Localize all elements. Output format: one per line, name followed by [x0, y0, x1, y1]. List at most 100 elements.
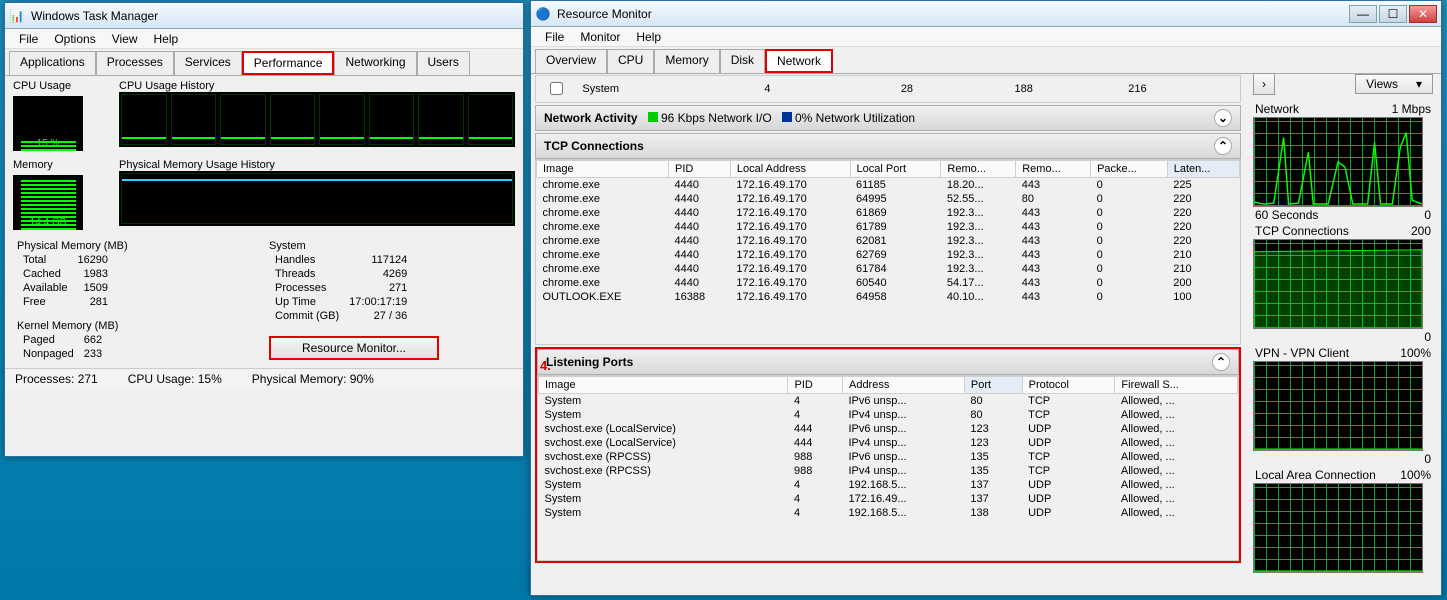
chevron-up-icon[interactable]: ⌃ — [1212, 353, 1230, 371]
mini-chart — [1253, 239, 1423, 329]
cell: 135 — [964, 464, 1022, 478]
col-header[interactable]: Laten... — [1167, 161, 1239, 178]
collapse-charts-button[interactable]: › — [1253, 73, 1275, 95]
system-header: System — [269, 240, 511, 252]
col-header[interactable]: Port — [964, 377, 1022, 394]
cell: UDP — [1022, 422, 1115, 436]
menu-file[interactable]: File — [539, 30, 570, 44]
tcp-connections-bar[interactable]: TCP Connections ⌃ — [535, 133, 1241, 159]
tab-networking[interactable]: Networking — [334, 51, 416, 75]
taskmgr-title: Windows Task Manager — [31, 9, 519, 23]
cell: TCP — [1022, 394, 1115, 409]
menu-view[interactable]: View — [106, 32, 144, 46]
menu-monitor[interactable]: Monitor — [574, 30, 626, 44]
menu-help[interactable]: Help — [148, 32, 185, 46]
table-row[interactable]: svchost.exe (LocalService)444IPv6 unsp..… — [539, 422, 1238, 436]
cell: UDP — [1022, 478, 1115, 492]
menu-options[interactable]: Options — [48, 32, 101, 46]
table-row[interactable]: System4192.168.5...137UDPAllowed, ... — [539, 478, 1238, 492]
chevron-up-icon[interactable]: ⌃ — [1214, 137, 1232, 155]
tab-memory[interactable]: Memory — [654, 49, 719, 73]
menu-file[interactable]: File — [13, 32, 44, 46]
cell: svchost.exe (RPCSS) — [539, 464, 788, 478]
cell: 4 — [788, 408, 843, 422]
table-row[interactable]: svchost.exe (LocalService)444IPv4 unsp..… — [539, 436, 1238, 450]
col-header[interactable]: Local Port — [850, 161, 941, 178]
resource-monitor-button[interactable]: Resource Monitor... — [269, 336, 439, 360]
table-row[interactable]: chrome.exe4440172.16.49.17061789192.3...… — [537, 220, 1240, 234]
table-row[interactable]: chrome.exe4440172.16.49.17062081192.3...… — [537, 234, 1240, 248]
listening-ports-bar[interactable]: Listening Ports ⌃ — [537, 349, 1239, 375]
table-row[interactable]: System4IPv4 unsp...80TCPAllowed, ... — [539, 408, 1238, 422]
cell: 64995 — [850, 192, 941, 206]
table-row[interactable]: System4192.168.5...138UDPAllowed, ... — [539, 506, 1238, 520]
cell: 192.3... — [941, 220, 1016, 234]
col-header[interactable]: PID — [788, 377, 843, 394]
table-row[interactable]: chrome.exe4440172.16.49.17062769192.3...… — [537, 248, 1240, 262]
table-row[interactable]: svchost.exe (RPCSS)988IPv4 unsp...135TCP… — [539, 464, 1238, 478]
cell: 220 — [1167, 206, 1239, 220]
titlebar-resmon[interactable]: 🔵 Resource Monitor — ☐ ✕ — [531, 1, 1441, 27]
col-header[interactable]: Local Address — [730, 161, 850, 178]
menu-help[interactable]: Help — [630, 30, 667, 44]
col-header[interactable]: Image — [537, 161, 669, 178]
proc-c3: 28 — [895, 78, 1009, 99]
col-header[interactable]: Packe... — [1091, 161, 1168, 178]
views-button[interactable]: Views▾ — [1355, 74, 1433, 94]
proc-image: System — [576, 78, 758, 99]
tab-services[interactable]: Services — [174, 51, 242, 75]
tab-cpu[interactable]: CPU — [607, 49, 654, 73]
proc-checkbox[interactable] — [550, 82, 563, 95]
net-util-color-icon — [782, 112, 792, 122]
table-row[interactable]: chrome.exe4440172.16.49.1706499552.55...… — [537, 192, 1240, 206]
table-row[interactable]: System4172.16.49...137UDPAllowed, ... — [539, 492, 1238, 506]
listening-ports-title: Listening Ports — [546, 355, 633, 369]
cell: TCP — [1022, 450, 1115, 464]
cell: 4440 — [669, 206, 731, 220]
titlebar-taskmgr[interactable]: 📊 Windows Task Manager — [5, 3, 523, 29]
net-io-color-icon — [648, 112, 658, 122]
table-row[interactable]: chrome.exe4440172.16.49.1706118518.20...… — [537, 178, 1240, 193]
tab-disk[interactable]: Disk — [720, 49, 765, 73]
table-row[interactable]: chrome.exe4440172.16.49.17061869192.3...… — [537, 206, 1240, 220]
col-header[interactable]: Address — [842, 377, 964, 394]
col-header[interactable]: Firewall S... — [1115, 377, 1238, 394]
tab-performance[interactable]: Performance — [242, 51, 335, 75]
chevron-down-icon[interactable]: ⌄ — [1214, 109, 1232, 127]
table-row[interactable]: System4IPv6 unsp...80TCPAllowed, ... — [539, 394, 1238, 409]
cell: 200 — [1167, 276, 1239, 290]
col-header[interactable]: Protocol — [1022, 377, 1115, 394]
col-header[interactable]: Remo... — [1016, 161, 1091, 178]
listening-ports-container[interactable]: ImagePIDAddressPortProtocolFirewall S...… — [537, 375, 1239, 561]
system-table: Handles117124Threads4269Processes271Up T… — [269, 252, 413, 324]
table-row[interactable]: chrome.exe4440172.16.49.17061784192.3...… — [537, 262, 1240, 276]
tab-applications[interactable]: Applications — [9, 51, 96, 75]
tab-network[interactable]: Network — [765, 49, 833, 73]
cell: 4440 — [669, 262, 731, 276]
cpu-usage-label: CPU Usage — [13, 80, 113, 92]
listening-ports-table: ImagePIDAddressPortProtocolFirewall S...… — [538, 376, 1238, 520]
close-button[interactable]: ✕ — [1409, 5, 1437, 23]
tab-processes[interactable]: Processes — [96, 51, 174, 75]
kv-val: 17:00:17:19 — [345, 296, 411, 308]
tab-users[interactable]: Users — [417, 51, 470, 75]
col-header[interactable]: Remo... — [941, 161, 1016, 178]
network-activity-bar[interactable]: Network Activity 96 Kbps Network I/O 0% … — [535, 105, 1241, 131]
cpu-usage-value: 15 % — [13, 138, 83, 149]
maximize-button[interactable]: ☐ — [1379, 5, 1407, 23]
cell: 4440 — [669, 248, 731, 262]
tcp-table-container[interactable]: ImagePIDLocal AddressLocal PortRemo...Re… — [535, 159, 1241, 345]
tab-overview[interactable]: Overview — [535, 49, 607, 73]
cell: 172.16.49.170 — [730, 178, 850, 193]
col-header[interactable]: Image — [539, 377, 788, 394]
minimize-button[interactable]: — — [1349, 5, 1377, 23]
table-row[interactable]: chrome.exe4440172.16.49.1706054054.17...… — [537, 276, 1240, 290]
table-row[interactable]: svchost.exe (RPCSS)988IPv6 unsp...135TCP… — [539, 450, 1238, 464]
net-processes-strip: System 4 28 188 216 — [535, 75, 1241, 103]
col-header[interactable]: PID — [669, 161, 731, 178]
taskmgr-menubar: File Options View Help — [5, 29, 523, 49]
chart-bottom-right: 0 — [1424, 452, 1431, 466]
cell: 0 — [1091, 178, 1168, 193]
table-row[interactable]: OUTLOOK.EXE16388172.16.49.1706495840.10.… — [537, 290, 1240, 304]
cell: Allowed, ... — [1115, 450, 1238, 464]
